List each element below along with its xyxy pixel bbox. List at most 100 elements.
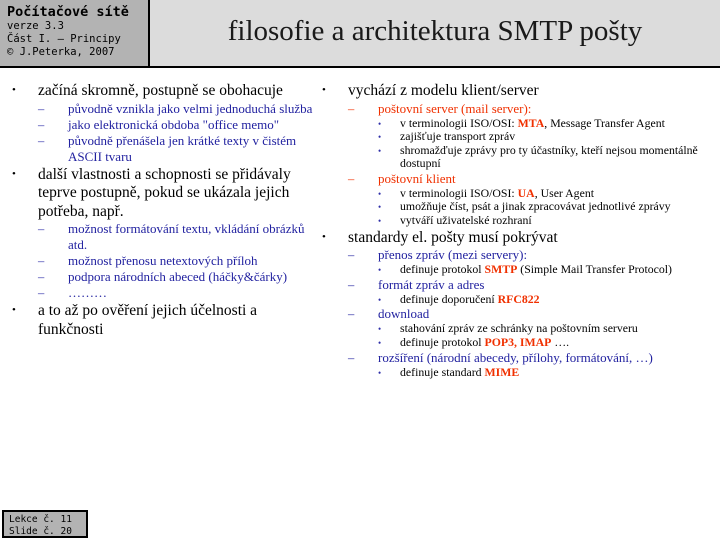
bullet-text: v terminologii ISO/OSI: MTA, Message Tra…: [400, 115, 714, 131]
slide-footer-box: Lekce č. 11 Slide č. 20: [2, 510, 88, 538]
bullet-item-level2: – ………: [38, 285, 322, 301]
sub-bullet-list-level3: • definuje doporučení RFC822: [378, 291, 714, 307]
bullet-marker-l2-icon: –: [38, 222, 45, 236]
bullet-item-level2: – možnost přenosu netextových příloh: [38, 253, 322, 269]
bullet-marker-l3-icon: •: [378, 132, 382, 143]
bullet-text: možnost přenosu netextových příloh: [68, 253, 258, 268]
bullet-marker-l3-icon: •: [378, 324, 382, 335]
bullet-marker-l3-icon: •: [378, 216, 382, 227]
text-before-term: v terminologii ISO/OSI:: [400, 185, 518, 200]
bullet-item-level2: – poštovní klient • v terminologii ISO/OSI:…: [348, 171, 714, 228]
bullet-text: umožňuje číst, psát a jinak zpracovávat …: [400, 199, 671, 214]
bullet-marker-l2-icon: –: [38, 254, 45, 268]
bullet-text: začíná skromně, postupně se obohacuje: [38, 82, 283, 99]
bullet-text: původně vznikla jako velmi jednoduchá sl…: [68, 100, 313, 116]
bullet-item-level1: • vychází z modelu klient/server – poštovní…: [322, 82, 714, 228]
bullet-item-level1: • další vlastnosti a schopnosti se přidáv…: [12, 166, 322, 302]
bullet-item-level2: – jako elektronická obdoba "office memo": [38, 117, 322, 133]
bullet-marker-l1-icon: •: [12, 84, 16, 96]
bullet-item-level3: • definuje doporučení RFC822: [378, 291, 714, 307]
left-bullet-list: • začíná skromně, postupně se obohacuje – p…: [12, 82, 322, 339]
bullet-marker-l1-icon: •: [12, 304, 16, 316]
bullet-marker-l3-icon: •: [378, 188, 382, 199]
bullet-marker-l3-icon: •: [378, 202, 382, 213]
text-after-term: , User Agent: [534, 185, 594, 200]
bullet-item-level3: • definuje protokol POP3, IMAP ….: [378, 334, 714, 350]
sub-bullet-list-level2: – poštovní server (mail server): • v termin…: [348, 101, 714, 228]
bullet-marker-l3-icon: •: [378, 145, 382, 156]
bullet-item-level2: – původně přenášela jen krátké texty v či…: [38, 133, 322, 165]
bullet-text: a to až po ověření jejich účelnosti a fu…: [38, 302, 258, 338]
sub-bullet-list-level2: – možnost formátování textu, vkládání obr…: [38, 221, 322, 301]
bullet-item-level3: • definuje protokol SMTP (Simple Mail Tra…: [378, 262, 714, 277]
bullet-item-level3: • umožňuje číst, psát a jinak zpracovávat…: [378, 200, 714, 214]
highlighted-term: MIME: [484, 364, 520, 379]
bullet-item-level3: • v terminologii ISO/OSI: MTA, Message Tr…: [378, 115, 714, 131]
bullet-item-level2: – formát zpráv a adres • definuje doporučen…: [348, 277, 714, 307]
bullet-item-level3: • definuje standard MIME: [378, 364, 714, 380]
course-title: Počítačové sítě: [7, 4, 129, 20]
bullet-marker-l2-icon: –: [38, 133, 45, 148]
bullet-marker-l2-icon: –: [348, 277, 355, 292]
bullet-item-level3: • shromažďuje zprávy pro ty účastníky, kt…: [378, 142, 714, 171]
highlighted-term: UA: [517, 185, 535, 200]
bullet-item-level2: – přenos zpráv (mezi servery): • definuje p…: [348, 247, 714, 277]
sub-bullet-list-level3: • v terminologii ISO/OSI: UA, User Agent •…: [378, 185, 714, 228]
text-after-term: (Simple Mail Transfer Protocol): [517, 262, 672, 277]
bullet-text: vytváří uživatelské rozhraní: [400, 213, 532, 228]
bullet-item-level2: – původně vznikla jako velmi jednoduchá s…: [38, 101, 322, 117]
bullet-text: formát zpráv a adres: [378, 276, 485, 292]
right-bullet-list: • vychází z modelu klient/server – poštovní…: [322, 82, 714, 379]
bullet-text: další vlastnosti a schopnosti se přidáva…: [38, 165, 291, 220]
bullet-marker-l2-icon: –: [38, 286, 45, 300]
bullet-text: přenos zpráv (mezi servery):: [378, 247, 528, 263]
bullet-marker-l1-icon: •: [322, 230, 326, 243]
bullet-item-level2: – možnost formátování textu, vkládání obr…: [38, 221, 322, 253]
bullet-text: stahování zpráv ze schránky na poštovním…: [400, 321, 638, 336]
bullet-item-level1: • začíná skromně, postupně se obohacuje – p…: [12, 82, 322, 165]
bullet-marker-l2-icon: –: [348, 307, 355, 322]
bullet-marker-l2-icon: –: [348, 248, 355, 263]
bullet-text: standardy el. pošty musí pokrývat: [348, 228, 558, 246]
slide-title: filosofie a architektura SMTP pošty: [227, 14, 643, 47]
bullet-item-level3: • v terminologii ISO/OSI: UA, User Agent: [378, 185, 714, 201]
text-before-term: definuje protokol: [400, 334, 485, 349]
bullet-item-level2: – download • stahování zpráv ze schránky na…: [348, 306, 714, 349]
bullet-marker-l3-icon: •: [378, 337, 382, 348]
bullet-text: definuje protokol SMTP (Simple Mail Tran…: [400, 262, 714, 277]
sub-bullet-list-level3: • definuje protokol SMTP (Simple Mail Tra…: [378, 262, 714, 277]
footer-slide: Slide č. 20: [9, 525, 72, 537]
bullet-marker-l3-icon: •: [378, 294, 382, 305]
bullet-text: download: [378, 306, 430, 322]
footer-lecture: Lekce č. 11: [9, 514, 72, 525]
bullet-item-level1: • a to až po ověření jejich účelnosti a f…: [12, 302, 322, 339]
bullet-text: původně přenášela jen krátké texty v čis…: [68, 132, 297, 164]
text-after-term: ….: [551, 334, 570, 349]
right-column: • vychází z modelu klient/server – poštovní…: [322, 82, 714, 380]
course-part: Část I. – Principy: [7, 33, 121, 45]
highlighted-term: MTA: [517, 115, 545, 130]
bullet-marker-l2-icon: –: [348, 171, 355, 186]
highlighted-term: RFC822: [497, 291, 540, 306]
bullet-marker-l3-icon: •: [378, 118, 382, 129]
bullet-marker-l1-icon: •: [322, 84, 326, 96]
bullet-marker-l3-icon: •: [378, 367, 382, 378]
sub-bullet-list-level3: • definuje standard MIME: [378, 364, 714, 380]
sub-bullet-list-level3: • v terminologii ISO/OSI: MTA, Message Tr…: [378, 115, 714, 171]
bullet-item-level3: • stahování zpráv ze schránky na poštovní…: [378, 322, 714, 336]
text-after-term: , Message Transfer Agent: [544, 115, 665, 130]
bullet-item-level2: – poštovní server (mail server): • v termin…: [348, 101, 714, 171]
slide-header: Počítačové sítě verze 3.3 Část I. – Prin…: [0, 0, 720, 68]
sub-bullet-list-level2: – původně vznikla jako velmi jednoduchá s…: [38, 101, 322, 165]
bullet-marker-l2-icon: –: [38, 101, 45, 116]
course-version: verze 3.3: [7, 20, 64, 32]
bullet-text: definuje standard MIME: [400, 364, 714, 380]
bullet-item-level1: • standardy el. pošty musí pokrývat – přeno…: [322, 229, 714, 379]
text-before-term: definuje protokol: [400, 262, 485, 277]
text-before-term: definuje doporučení: [400, 291, 498, 306]
course-logo-block: Počítačové sítě verze 3.3 Část I. – Prin…: [0, 0, 150, 66]
bullet-text: definuje protokol POP3, IMAP ….: [400, 334, 714, 350]
bullet-marker-l1-icon: •: [12, 167, 16, 180]
bullet-text: shromažďuje zprávy pro ty účastníky, kte…: [400, 142, 698, 171]
bullet-item-level2: – podpora národních abeced (háčky&čárky): [38, 269, 322, 285]
